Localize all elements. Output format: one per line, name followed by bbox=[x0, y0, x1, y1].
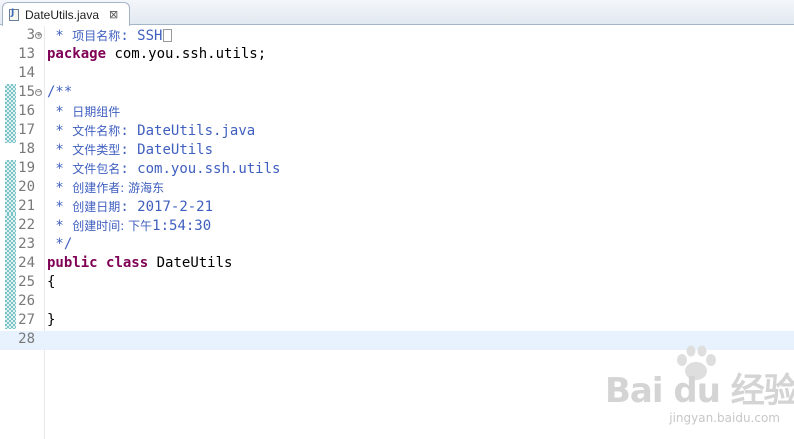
comment-token: /** bbox=[47, 84, 73, 100]
line-number: 23 bbox=[18, 236, 35, 252]
tab-label: DateUtils.java bbox=[25, 7, 100, 22]
code-text[interactable]: * 日期组件 bbox=[47, 103, 120, 120]
code-line[interactable]: 15−/** bbox=[0, 84, 794, 103]
comment-token: 创建作者: 游海东 bbox=[72, 181, 165, 195]
code-token: } bbox=[47, 312, 56, 328]
line-number: 21 bbox=[18, 198, 35, 214]
code-text[interactable]: { bbox=[47, 274, 55, 290]
line-number: 13 bbox=[18, 46, 35, 62]
watermark-site: jingyan.baidu.com bbox=[669, 411, 780, 425]
code-line[interactable]: 26 bbox=[0, 293, 794, 312]
code-line[interactable]: 24 public class DateUtils bbox=[0, 255, 794, 274]
code-line[interactable]: 17 * 文件名称: DateUtils.java bbox=[0, 122, 794, 141]
line-number: 16 bbox=[18, 103, 35, 119]
editor-tab-bar: DateUtils.java ⊠ bbox=[0, 0, 794, 26]
baidu-jingyan-watermark: Bai du 经验 jingyan.baidu.com bbox=[605, 345, 794, 425]
line-number: 3 bbox=[26, 27, 35, 43]
code-line[interactable]: 14 bbox=[0, 65, 794, 84]
code-line[interactable]: 13 package com.you.ssh.utils; bbox=[0, 46, 794, 65]
code-line[interactable]: 23 */ bbox=[0, 236, 794, 255]
code-text[interactable]: */ bbox=[47, 236, 72, 252]
keyword-token: package bbox=[47, 46, 107, 62]
line-number: 25 bbox=[18, 274, 35, 290]
line-number: 14 bbox=[18, 65, 35, 81]
fold-expand-icon[interactable]: + bbox=[35, 32, 42, 39]
code-line[interactable]: 18 * 文件类型: DateUtils bbox=[0, 141, 794, 160]
line-number: 15 bbox=[18, 84, 35, 100]
comment-token: * bbox=[47, 104, 73, 120]
comment-token: : 2017-2-21 bbox=[120, 199, 214, 215]
line-number: 28 bbox=[18, 331, 35, 347]
comment-token: 文件类型 bbox=[72, 143, 121, 157]
code-line[interactable]: 3 + * 项目名称: SSH bbox=[0, 27, 794, 46]
fold-collapse-icon[interactable]: − bbox=[35, 89, 42, 96]
code-line[interactable]: 25 { bbox=[0, 274, 794, 293]
code-token: { bbox=[47, 274, 56, 290]
keyword-token: class bbox=[106, 255, 149, 271]
line-number: 24 bbox=[18, 255, 35, 271]
keyword-token: public bbox=[47, 255, 98, 271]
code-text[interactable]: package com.you.ssh.utils; bbox=[47, 46, 266, 62]
comment-token: 创建日期 bbox=[72, 200, 121, 214]
comment-token: 1:54:30 bbox=[152, 218, 212, 234]
comment-token: : com.you.ssh.utils bbox=[120, 161, 281, 177]
line-number: 27 bbox=[18, 312, 35, 328]
comment-token: 文件名称 bbox=[72, 124, 121, 138]
code-line[interactable]: 27} bbox=[0, 312, 794, 331]
code-text[interactable]: /** bbox=[47, 84, 72, 100]
comment-token: * bbox=[47, 218, 73, 234]
folded-region-marker[interactable] bbox=[163, 29, 173, 42]
comment-token: */ bbox=[47, 236, 73, 252]
code-text[interactable]: * 创建日期: 2017-2-21 bbox=[47, 198, 213, 215]
code-text[interactable]: } bbox=[47, 312, 55, 328]
code-line[interactable]: 21 * 创建日期: 2017-2-21 bbox=[0, 198, 794, 217]
code-text[interactable]: * 文件类型: DateUtils bbox=[47, 141, 213, 158]
line-number: 17 bbox=[18, 122, 35, 138]
java-file-icon bbox=[9, 8, 19, 21]
comment-token: 文件包名 bbox=[72, 162, 121, 176]
comment-token: 项目名称 bbox=[72, 29, 121, 43]
comment-token: * bbox=[47, 180, 73, 196]
comment-token: * bbox=[47, 161, 73, 177]
code-lines[interactable]: 3 + * 项目名称: SSH 13 package com.you.ssh.util… bbox=[0, 27, 794, 350]
comment-token: * bbox=[47, 199, 73, 215]
code-line[interactable]: 22 * 创建时间: 下午1:54:30 bbox=[0, 217, 794, 236]
code-line[interactable]: 20 * 创建作者: 游海东 bbox=[0, 179, 794, 198]
line-number: 26 bbox=[18, 293, 35, 309]
comment-token: 日期组件 bbox=[72, 105, 121, 119]
line-number: 22 bbox=[18, 217, 35, 233]
code-token: com.you.ssh.utils; bbox=[106, 46, 267, 62]
comment-token: : SSH bbox=[120, 28, 163, 44]
code-text[interactable]: * 项目名称: SSH bbox=[47, 27, 173, 44]
code-line[interactable]: 19 * 文件包名: com.you.ssh.utils bbox=[0, 160, 794, 179]
line-number: 18 bbox=[18, 141, 35, 157]
code-line[interactable]: 16 * 日期组件 bbox=[0, 103, 794, 122]
comment-token: : DateUtils bbox=[120, 142, 214, 158]
code-text[interactable]: * 文件包名: com.you.ssh.utils bbox=[47, 160, 280, 177]
code-text[interactable]: public class DateUtils bbox=[47, 255, 232, 271]
comment-token: * bbox=[47, 123, 73, 139]
code-text[interactable]: * 文件名称: DateUtils.java bbox=[47, 122, 255, 139]
comment-token: * bbox=[47, 28, 73, 44]
close-icon[interactable]: ⊠ bbox=[109, 8, 118, 21]
comment-token: 创建时间: 下午 bbox=[72, 219, 153, 233]
code-token: DateUtils bbox=[148, 255, 233, 271]
comment-token: * bbox=[47, 142, 73, 158]
code-text[interactable]: * 创建作者: 游海东 bbox=[47, 179, 164, 196]
line-number: 20 bbox=[18, 179, 35, 195]
line-number: 19 bbox=[18, 160, 35, 176]
watermark-brand: Bai du 经验 bbox=[605, 371, 794, 411]
code-text[interactable]: * 创建时间: 下午1:54:30 bbox=[47, 217, 211, 234]
comment-token: : DateUtils.java bbox=[120, 123, 256, 139]
tab-dateutils-java[interactable]: DateUtils.java ⊠ bbox=[2, 2, 130, 26]
